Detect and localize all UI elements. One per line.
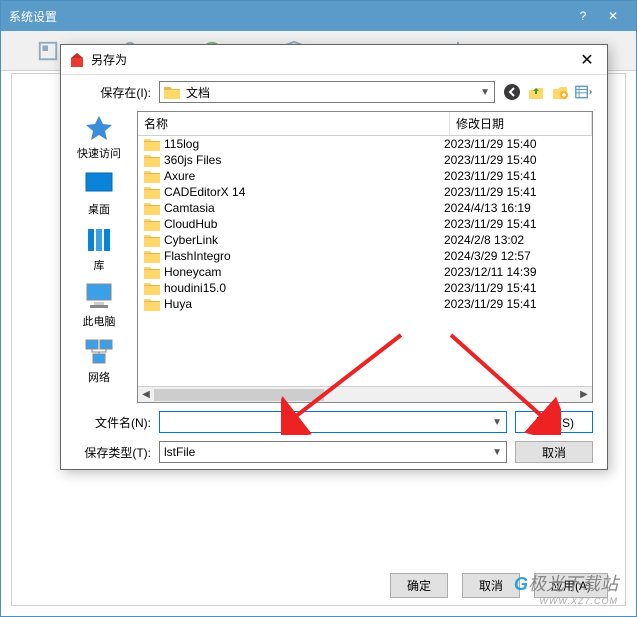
up-icon[interactable]: [527, 83, 545, 101]
parent-help-icon[interactable]: ?: [568, 9, 598, 23]
file-date: 2023/12/11 14:39: [444, 265, 586, 279]
file-row[interactable]: houdini15.02023/11/29 15:41: [138, 280, 592, 296]
save-as-dialog: 另存为 ✕ 保存在(I): 文档 ▼ 快速访问 桌面: [60, 44, 608, 470]
file-name: Huya: [164, 297, 444, 311]
file-row[interactable]: Honeycam2023/12/11 14:39: [138, 264, 592, 280]
file-name: CloudHub: [164, 217, 444, 231]
parent-titlebar: 系统设置 ? ✕: [1, 1, 636, 31]
folder-icon: [144, 297, 160, 311]
desktop-icon: [82, 169, 116, 199]
file-date: 2023/11/29 15:40: [444, 137, 586, 151]
col-modified[interactable]: 修改日期: [450, 112, 592, 135]
folder-icon: [144, 153, 160, 167]
location-select[interactable]: 文档 ▼: [159, 81, 495, 103]
file-row[interactable]: CADEditorX 142023/11/29 15:41: [138, 184, 592, 200]
file-name: Camtasia: [164, 201, 444, 215]
cancel-button[interactable]: 取消: [515, 441, 593, 463]
save-button[interactable]: 保存(S): [515, 411, 593, 433]
watermark: G极光下载站 WWW.XZ7.COM: [514, 570, 618, 606]
library-icon: [82, 225, 116, 255]
file-date: 2023/11/29 15:41: [444, 217, 586, 231]
parent-cancel-button[interactable]: 取消: [462, 573, 520, 598]
file-list[interactable]: 名称 修改日期 115log2023/11/29 15:40360js File…: [137, 111, 593, 403]
folder-icon: [144, 233, 160, 247]
folder-icon: [144, 201, 160, 215]
place-desktop[interactable]: 桌面: [82, 169, 116, 217]
file-name: Axure: [164, 169, 444, 183]
file-row[interactable]: CloudHub2023/11/29 15:41: [138, 216, 592, 232]
file-date: 2023/11/29 15:41: [444, 169, 586, 183]
scroll-thumb[interactable]: [154, 389, 324, 401]
parent-ok-button[interactable]: 确定: [390, 573, 448, 598]
file-name: FlashIntegro: [164, 249, 444, 263]
parent-title: 系统设置: [9, 8, 568, 25]
star-icon: [82, 113, 116, 143]
file-row[interactable]: Camtasia2024/4/13 16:19: [138, 200, 592, 216]
folder-icon: [144, 217, 160, 231]
file-name: 115log: [164, 137, 444, 151]
scroll-right-icon[interactable]: ▶: [576, 389, 592, 400]
scroll-left-icon[interactable]: ◀: [138, 389, 154, 400]
location-label: 保存在(I):: [75, 84, 151, 101]
folder-icon: [144, 281, 160, 295]
file-row[interactable]: Axure2023/11/29 15:41: [138, 168, 592, 184]
file-row[interactable]: Huya2023/11/29 15:41: [138, 296, 592, 312]
filetype-label: 保存类型(T):: [75, 444, 151, 461]
new-folder-icon[interactable]: [551, 83, 569, 101]
toolbar-icon-1[interactable]: [37, 40, 59, 62]
folder-icon: [144, 185, 160, 199]
network-icon: [82, 337, 116, 367]
folder-icon: [144, 249, 160, 263]
chevron-down-icon: ▼: [488, 447, 502, 458]
file-name: CADEditorX 14: [164, 185, 444, 199]
chevron-down-icon[interactable]: ▼: [488, 417, 502, 428]
file-row[interactable]: FlashIntegro2024/3/29 12:57: [138, 248, 592, 264]
file-list-header[interactable]: 名称 修改日期: [138, 112, 592, 136]
place-quick-access[interactable]: 快速访问: [77, 113, 121, 161]
back-icon[interactable]: [503, 83, 521, 101]
folder-icon: [144, 169, 160, 183]
file-date: 2023/11/29 15:41: [444, 281, 586, 295]
file-row[interactable]: 360js Files2023/11/29 15:40: [138, 152, 592, 168]
col-name[interactable]: 名称: [138, 112, 450, 135]
file-date: 2023/11/29 15:41: [444, 185, 586, 199]
horizontal-scrollbar[interactable]: ◀ ▶: [138, 386, 592, 402]
folder-icon: [144, 265, 160, 279]
file-date: 2023/11/29 15:40: [444, 153, 586, 167]
filename-label: 文件名(N):: [75, 414, 151, 431]
close-icon[interactable]: ✕: [575, 48, 599, 72]
file-name: Honeycam: [164, 265, 444, 279]
view-icon[interactable]: [575, 83, 593, 101]
pc-icon: [82, 281, 116, 311]
filename-input[interactable]: ▼: [159, 411, 507, 433]
file-date: 2023/11/29 15:41: [444, 297, 586, 311]
folder-icon: [164, 85, 180, 99]
dialog-title: 另存为: [91, 51, 575, 68]
file-name: CyberLink: [164, 233, 444, 247]
folder-icon: [144, 137, 160, 151]
file-name: 360js Files: [164, 153, 444, 167]
filetype-select[interactable]: lstFile ▼: [159, 441, 507, 463]
file-row[interactable]: CyberLink2024/2/8 13:02: [138, 232, 592, 248]
file-name: houdini15.0: [164, 281, 444, 295]
place-library[interactable]: 库: [82, 225, 116, 273]
file-date: 2024/4/13 16:19: [444, 201, 586, 215]
app-icon: [69, 52, 85, 68]
place-network[interactable]: 网络: [82, 337, 116, 385]
file-row[interactable]: 115log2023/11/29 15:40: [138, 136, 592, 152]
file-date: 2024/3/29 12:57: [444, 249, 586, 263]
place-thispc[interactable]: 此电脑: [82, 281, 116, 329]
places-bar: 快速访问 桌面 库 此电脑 网络: [61, 109, 137, 405]
parent-close-icon[interactable]: ✕: [598, 9, 628, 23]
chevron-down-icon: ▼: [480, 87, 490, 98]
file-date: 2024/2/8 13:02: [444, 233, 586, 247]
